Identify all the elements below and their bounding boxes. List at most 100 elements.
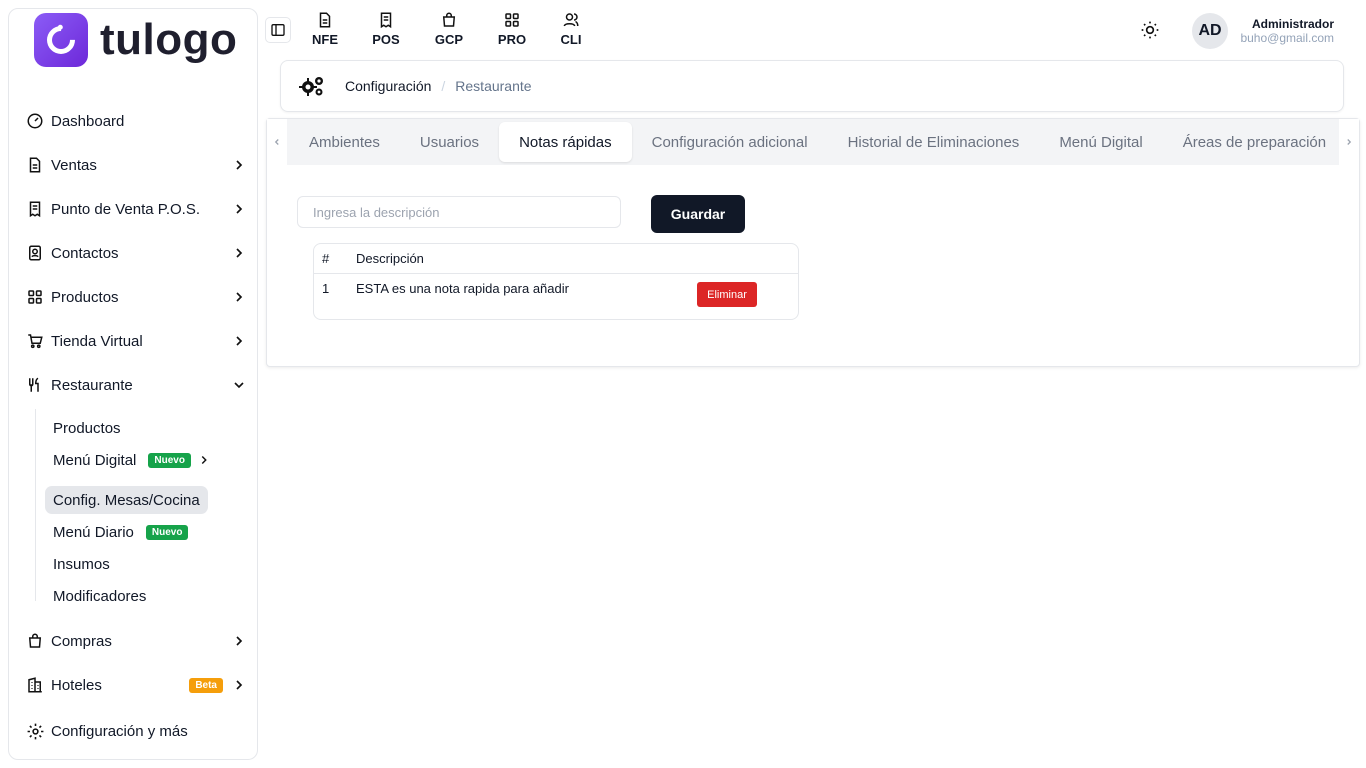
save-button[interactable]: Guardar [651, 195, 745, 233]
user-name: Administrador [1251, 17, 1334, 31]
tab-bar: Ambientes Usuarios Notas rápidas Configu… [267, 119, 1359, 165]
sun-icon [1140, 20, 1160, 40]
gears-icon [299, 75, 325, 97]
bag-icon [440, 11, 458, 29]
submenu-item-label: Productos [53, 419, 121, 437]
submenu-item-label: Menú Diario [53, 523, 134, 541]
submenu-item-label: Modificadores [53, 587, 147, 605]
logo-mark-icon [34, 13, 88, 67]
document-icon [316, 11, 334, 29]
chevron-right-icon [231, 157, 247, 173]
users-icon [562, 11, 580, 29]
submenu-item-menu-diario[interactable]: Menú Diario Nuevo [45, 518, 196, 546]
grid-icon [503, 11, 521, 29]
quick-link-label: GCP [434, 32, 464, 47]
sidebar-item-label: Punto de Venta P.O.S. [51, 200, 201, 218]
tab-configuracion-adicional[interactable]: Configuración adicional [632, 122, 828, 162]
notes-table: # Descripción 1 ESTA es una nota rapida … [313, 243, 799, 320]
quick-link-gcp[interactable]: GCP [429, 11, 469, 47]
chevron-down-icon [231, 377, 247, 393]
sidebar-item-pos[interactable]: Punto de Venta P.O.S. [25, 193, 251, 225]
contacts-icon [25, 243, 45, 263]
chevron-right-icon [231, 633, 247, 649]
sidebar-item-label: Ventas [51, 156, 97, 174]
avatar[interactable]: AD [1192, 13, 1228, 49]
quick-link-label: CLI [560, 32, 582, 47]
submenu-item-menu-digital[interactable]: Menú Digital Nuevo [45, 446, 219, 474]
sidebar-item-configuracion[interactable]: Configuración y más [25, 715, 251, 747]
sidebar-item-label: Tienda Virtual [51, 332, 143, 350]
sidebar-item-label: Contactos [51, 244, 119, 262]
column-header-index: # [322, 251, 330, 266]
receipt-icon [25, 199, 45, 219]
quick-link-label: NFE [312, 32, 338, 47]
submenu-item-label: Insumos [53, 555, 110, 573]
cart-icon [25, 331, 45, 351]
sidebar-toggle-button[interactable] [265, 17, 291, 43]
utensils-icon [25, 375, 45, 395]
document-icon [25, 155, 45, 175]
quick-link-cli[interactable]: CLI [551, 11, 591, 47]
submenu-item-productos[interactable]: Productos [45, 414, 129, 442]
sidebar-item-productos[interactable]: Productos [25, 281, 251, 313]
user-email: buho@gmail.com [1240, 31, 1334, 45]
submenu-item-modificadores[interactable]: Modificadores [45, 582, 154, 610]
tab-ambientes[interactable]: Ambientes [289, 122, 400, 162]
chevron-right-icon [1344, 137, 1354, 147]
grid-icon [25, 287, 45, 307]
sidebar-item-label: Configuración y más [51, 722, 188, 740]
sidebar-item-label: Dashboard [51, 112, 125, 130]
submenu-item-config-mesas[interactable]: Config. Mesas/Cocina [45, 486, 208, 514]
quick-link-nfe[interactable]: NFE [305, 11, 345, 47]
new-badge: Nuevo [148, 452, 191, 468]
row-index: 1 [322, 281, 330, 296]
quick-link-pro[interactable]: PRO [492, 11, 532, 47]
quick-link-pos[interactable]: POS [366, 11, 406, 47]
new-badge: Nuevo [145, 524, 189, 540]
chevron-right-icon [231, 245, 247, 261]
building-icon [25, 675, 45, 695]
table-header-row: # Descripción [314, 244, 798, 274]
tabs-scroll-left-button[interactable] [267, 119, 287, 165]
sidebar-item-restaurante[interactable]: Restaurante [25, 369, 251, 401]
gauge-icon [25, 111, 45, 131]
description-input[interactable] [297, 196, 621, 228]
submenu-divider [35, 409, 36, 601]
submenu-item-label: Config. Mesas/Cocina [53, 491, 200, 509]
notes-panel: Ambientes Usuarios Notas rápidas Configu… [266, 118, 1360, 367]
breadcrumb: Configuración / Restaurante [280, 60, 1344, 112]
tabs-scroll-right-button[interactable] [1339, 119, 1359, 165]
sidebar-item-label: Restaurante [51, 376, 133, 394]
theme-toggle-button[interactable] [1140, 20, 1160, 40]
sidebar-item-tienda-virtual[interactable]: Tienda Virtual [25, 325, 251, 357]
breadcrumb-current: Restaurante [455, 78, 532, 94]
sidebar-item-hoteles[interactable]: Hoteles Beta [25, 669, 251, 701]
sidebar-item-contactos[interactable]: Contactos [25, 237, 251, 269]
submenu-item-label: Menú Digital [53, 451, 137, 469]
chevron-left-icon [272, 137, 282, 147]
bag-icon [25, 631, 45, 651]
tab-notas-rapidas[interactable]: Notas rápidas [499, 122, 632, 162]
tab-areas-preparacion[interactable]: Áreas de preparación [1163, 122, 1346, 162]
breadcrumb-separator: / [441, 78, 446, 94]
sidebar-item-label: Productos [51, 288, 119, 306]
delete-button[interactable]: Eliminar [697, 282, 757, 307]
brand-name: tulogo [100, 15, 238, 64]
sidebar-item-dashboard[interactable]: Dashboard [25, 105, 251, 137]
sidebar-item-ventas[interactable]: Ventas [25, 149, 251, 181]
panel-toggle-icon [270, 22, 286, 38]
beta-badge: Beta [189, 677, 223, 693]
sidebar-item-label: Compras [51, 632, 112, 650]
tab-usuarios[interactable]: Usuarios [400, 122, 499, 162]
brand-logo[interactable]: tulogo [34, 13, 237, 67]
sidebar-item-compras[interactable]: Compras [25, 625, 251, 657]
submenu-item-insumos[interactable]: Insumos [45, 550, 118, 578]
tab-menu-digital[interactable]: Menú Digital [1039, 122, 1162, 162]
receipt-icon [377, 11, 395, 29]
tab-historial-eliminaciones[interactable]: Historial de Eliminaciones [828, 122, 1040, 162]
breadcrumb-section-link[interactable]: Configuración [345, 78, 431, 94]
chevron-right-icon [231, 289, 247, 305]
column-header-description: Descripción [356, 251, 424, 266]
quick-link-label: PRO [497, 32, 527, 47]
quick-link-label: POS [372, 32, 400, 47]
